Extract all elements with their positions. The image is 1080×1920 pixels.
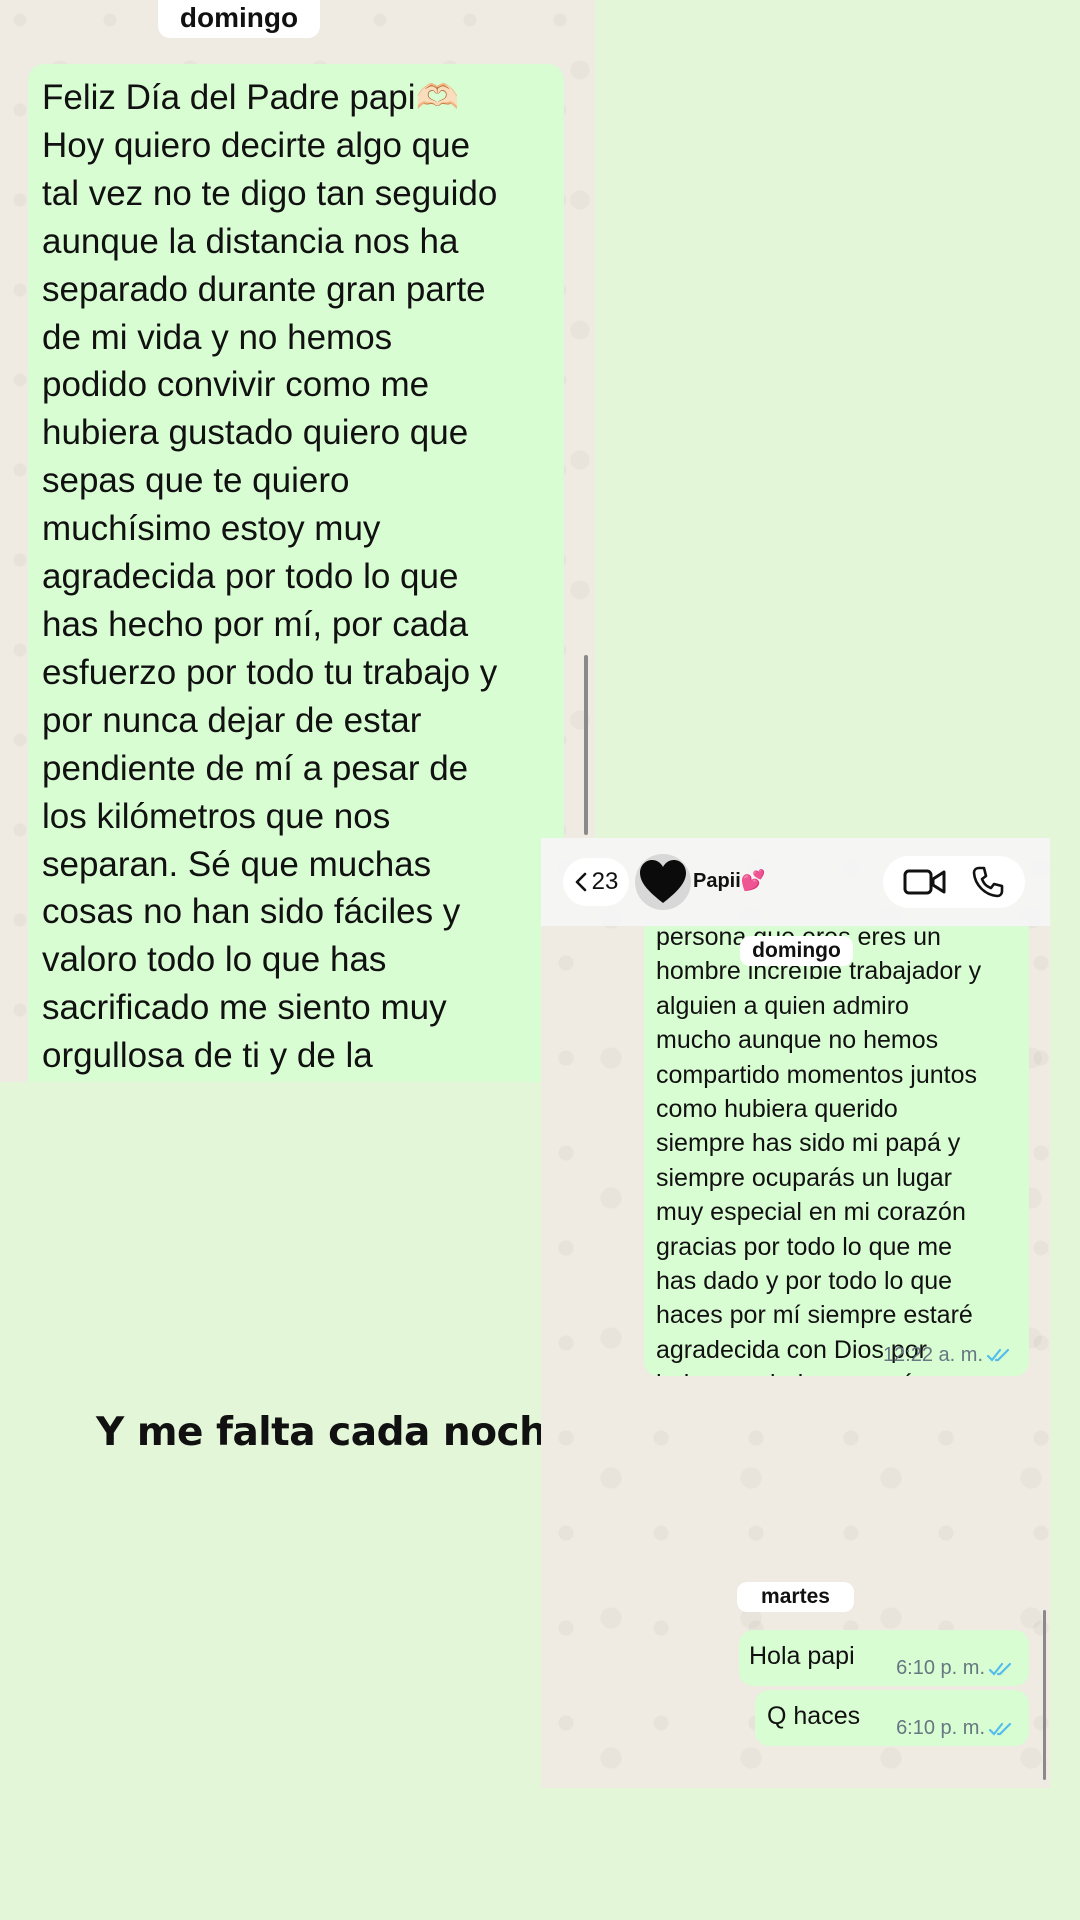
message-text: Q haces (767, 1702, 861, 1730)
date-separator: martes (737, 1582, 854, 1612)
double-check-icon (987, 1348, 1010, 1362)
story-caption: Y me falta cada noche (96, 1410, 573, 1455)
time-label: 12:22 a. m. (882, 1343, 983, 1366)
outgoing-message-bubble[interactable]: Hola papi 6:10 p. m. (739, 1630, 1029, 1686)
message-timestamp: 12:22 a. m. (883, 1338, 1015, 1372)
outgoing-message-bubble[interactable]: Q haces 6:10 p. m. (755, 1690, 1029, 1746)
floating-date-label: domingo (740, 936, 853, 966)
outgoing-message-bubble[interactable]: persona que eres eres un hombre increíbl… (644, 920, 1029, 1376)
chevron-left-icon (575, 872, 586, 892)
contact-name[interactable]: Papii💕 (693, 868, 766, 893)
time-label: 6:10 p. m. (896, 1717, 985, 1739)
message-text: persona que eres eres un hombre increíbl… (656, 923, 983, 1376)
scrollbar[interactable] (584, 655, 588, 835)
date-separator: domingo (158, 0, 320, 38)
chat-header: 23 Papii💕 (541, 838, 1050, 926)
message-timestamp: 6:10 p. m. (896, 1657, 1017, 1680)
time-label: 6:10 p. m. (896, 1657, 985, 1679)
message-text: Hola papi (749, 1642, 855, 1670)
chat-screenshot-top: domingo Feliz Día del Padre papi🫶🏻 Hoy q… (0, 0, 595, 1082)
outgoing-message-bubble[interactable]: Feliz Día del Padre papi🫶🏻 Hoy quiero de… (28, 64, 564, 1082)
chat-screenshot-bottom: persona que eres eres un hombre increíbl… (541, 838, 1050, 1788)
contact-avatar[interactable] (635, 854, 691, 910)
double-check-icon (989, 1662, 1012, 1676)
heart-icon (640, 860, 686, 903)
scrollbar[interactable] (1043, 1610, 1046, 1780)
back-button[interactable]: 23 (563, 858, 629, 906)
phone-call-icon[interactable] (971, 865, 1005, 899)
unread-count: 23 (591, 868, 619, 895)
double-check-icon (989, 1722, 1012, 1736)
message-timestamp: 6:10 p. m. (896, 1717, 1017, 1740)
call-actions (883, 856, 1025, 908)
video-call-icon[interactable] (903, 866, 947, 898)
